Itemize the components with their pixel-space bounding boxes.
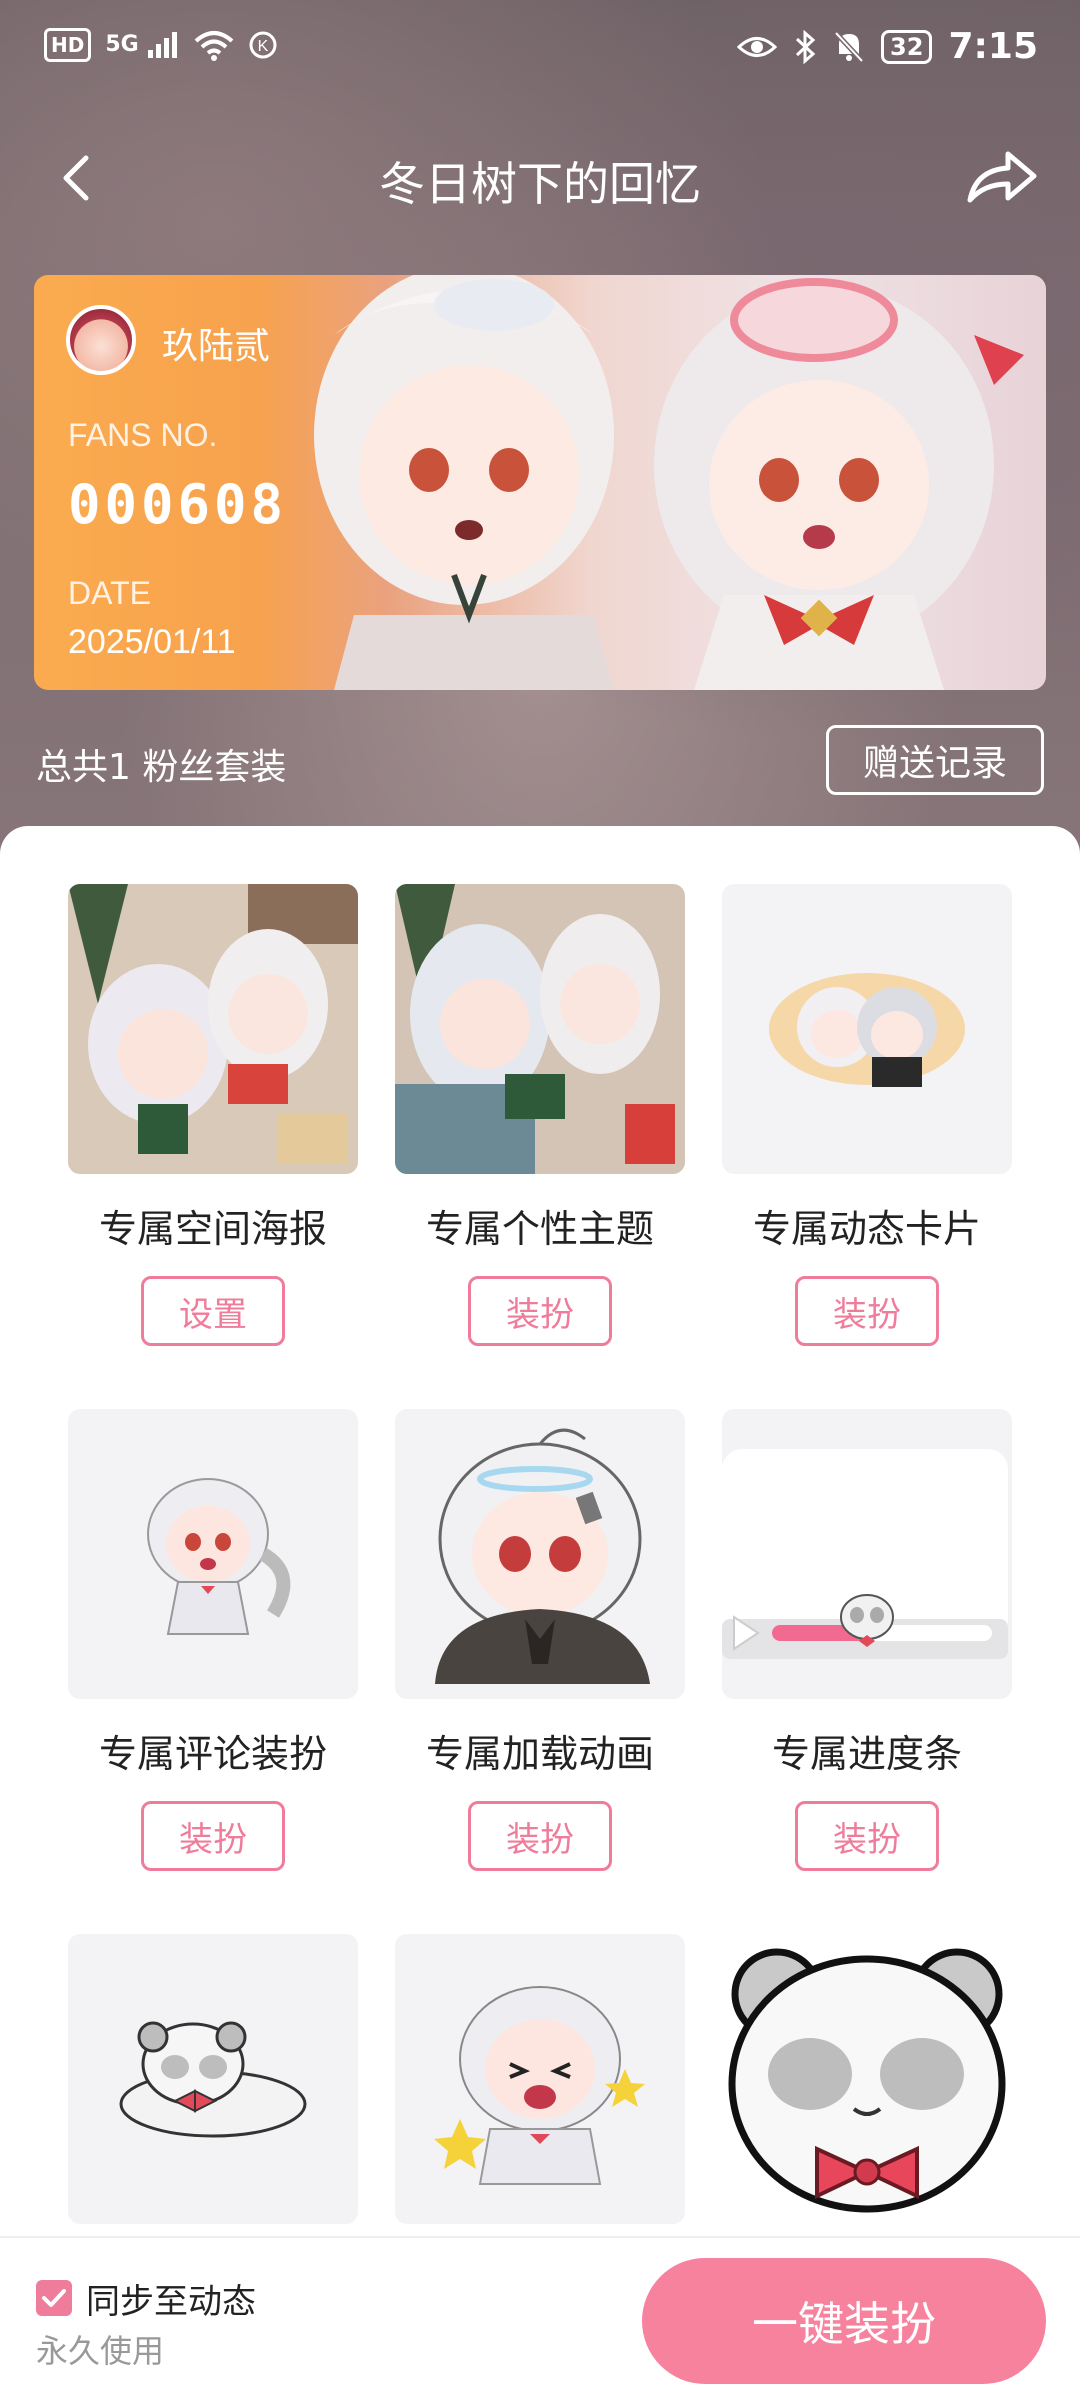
dynamic-card-thumbnail[interactable] — [722, 884, 1012, 1174]
battery-indicator: 32 — [881, 29, 933, 64]
nav-bar: 冬日树下的回忆 — [0, 130, 1080, 230]
item-label: 专属加载动画 — [425, 1732, 654, 1776]
progress-bar-image — [722, 1449, 1008, 1659]
space-poster-thumbnail[interactable] — [68, 884, 358, 1174]
date-label: DATE — [68, 575, 151, 611]
sync-checkbox[interactable] — [36, 2280, 72, 2316]
item-label: 专属动态卡片 — [752, 1207, 981, 1251]
page-title: 冬日树下的回忆 — [379, 157, 701, 211]
item-loading-animation: 专属加载动画 装扮 — [395, 1409, 685, 1934]
dynamic-card-image — [769, 973, 965, 1087]
suit-items-grid: 专属空间海报 设置 专属个性主题 装扮 专属动态卡片 装扮 专属评论装扮 装扮 … — [68, 884, 1012, 2400]
bottom-action-bar: 同步至动态 永久使用 一键装扮 — [0, 2236, 1080, 2400]
cheering-character-image — [434, 1986, 645, 2185]
item-label: 专属个性主题 — [425, 1207, 654, 1251]
signal-icon: 5G — [105, 30, 180, 60]
one-key-dress-up-button[interactable]: 一键装扮 — [642, 2258, 1046, 2384]
eye-icon — [737, 36, 778, 57]
sleeping-bear-thumbnail[interactable] — [68, 1934, 358, 2224]
signal-label: 5G — [105, 32, 139, 57]
mute-bell-icon — [834, 30, 864, 63]
dress-up-button[interactable]: 装扮 — [468, 1276, 612, 1346]
gift-record-button[interactable]: 赠送记录 — [826, 725, 1044, 795]
set-button[interactable]: 设置 — [141, 1276, 285, 1346]
loading-character-image — [435, 1428, 650, 1684]
status-bar: HD 5G K 32 7:15 — [0, 0, 1080, 100]
svg-text:K: K — [258, 38, 269, 55]
dress-up-button[interactable]: 装扮 — [141, 1801, 285, 1871]
wifi-icon — [195, 31, 234, 61]
item-label: 专属进度条 — [771, 1732, 962, 1776]
dress-up-button[interactable]: 装扮 — [795, 1801, 939, 1871]
item-theme: 专属个性主题 装扮 — [395, 884, 685, 1409]
progress-bar-thumbnail[interactable] — [722, 1409, 1012, 1699]
card-illustration — [314, 275, 1024, 690]
network-type: HD — [44, 28, 92, 62]
cheering-character-thumbnail[interactable] — [395, 1934, 685, 2224]
sleeping-bear-image — [119, 2021, 307, 2138]
share-button[interactable] — [962, 146, 1042, 210]
permanent-use-label: 永久使用 — [36, 2332, 165, 2370]
k-circle-icon: K — [249, 31, 277, 59]
dress-up-button[interactable]: 装扮 — [468, 1801, 612, 1871]
time: 7:15 — [948, 26, 1038, 67]
item-space-poster: 专属空间海报 设置 — [68, 884, 358, 1409]
fan-card[interactable]: 玖陆贰 FANS NO. 000608 DATE 2025/01/11 — [34, 275, 1046, 690]
card-username: 玖陆贰 — [162, 326, 271, 367]
share-arrow-icon — [967, 151, 1037, 203]
bear-avatar-thumbnail[interactable] — [722, 1934, 1012, 2224]
bluetooth-icon — [796, 29, 816, 64]
sync-to-dynamic-label[interactable]: 同步至动态 — [86, 2274, 256, 2323]
dress-up-button[interactable]: 装扮 — [795, 1276, 939, 1346]
loading-animation-thumbnail[interactable] — [395, 1409, 685, 1699]
theme-image — [395, 884, 685, 1174]
fans-number: 000608 — [68, 473, 288, 536]
date-value: 2025/01/11 — [68, 623, 236, 661]
comment-decoration-thumbnail[interactable] — [68, 1409, 358, 1699]
status-left: HD 5G K — [44, 28, 278, 62]
checkmark-icon — [42, 2289, 66, 2307]
suit-items-sheet: 专属空间海报 设置 专属个性主题 装扮 专属动态卡片 装扮 专属评论装扮 装扮 … — [0, 826, 1080, 2400]
item-dynamic-card: 专属动态卡片 装扮 — [722, 884, 1012, 1409]
poster-image — [68, 884, 358, 1174]
comment-character-image — [147, 1478, 291, 1635]
bear-avatar-image — [722, 1934, 1012, 2224]
status-right: 32 7:15 — [737, 26, 1038, 67]
theme-thumbnail[interactable] — [395, 884, 685, 1174]
item-comment-decoration: 专属评论装扮 装扮 — [68, 1409, 358, 1934]
fans-no-label: FANS NO. — [68, 417, 218, 453]
item-progress-bar: 专属进度条 装扮 — [722, 1409, 1012, 1934]
total-suits-text: 总共1 粉丝套装 — [36, 747, 287, 788]
avatar — [66, 305, 136, 375]
item-label: 专属评论装扮 — [98, 1732, 327, 1776]
item-label: 专属空间海报 — [98, 1207, 327, 1251]
